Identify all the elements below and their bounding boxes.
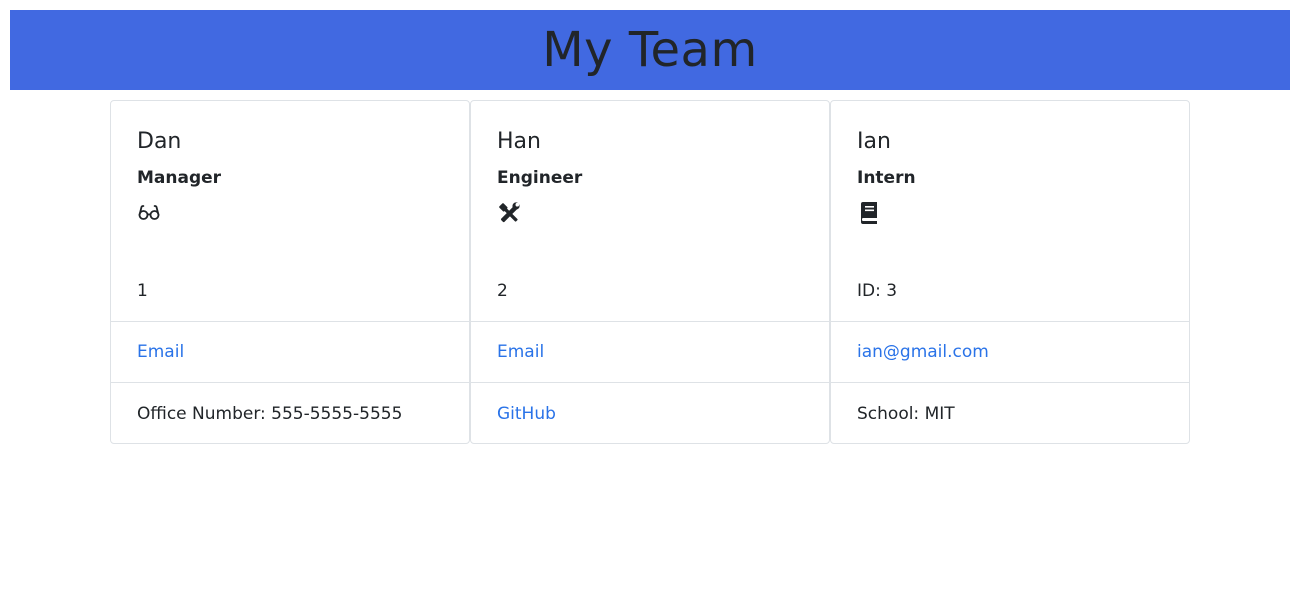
employee-id: 1 bbox=[137, 281, 148, 301]
email-link[interactable]: ian@gmail.com bbox=[857, 340, 989, 364]
page-header: My Team bbox=[10, 10, 1290, 90]
employee-name: Han bbox=[497, 129, 541, 154]
book-icon bbox=[857, 201, 881, 225]
school-text: School: MIT bbox=[857, 403, 955, 424]
employee-card-intern: Ian Intern ID: 3 ian@gmail.com School: M… bbox=[830, 100, 1190, 444]
list-item-email: Email bbox=[471, 322, 829, 383]
team-cards: Dan Manager 1 Email Office Number: 555-5… bbox=[110, 100, 1190, 444]
card-body: Han Engineer 2 bbox=[471, 101, 829, 322]
email-link[interactable]: Email bbox=[497, 340, 544, 364]
card-body: Dan Manager 1 bbox=[111, 101, 469, 322]
employee-id: 2 bbox=[497, 281, 508, 301]
employee-name: Dan bbox=[137, 129, 182, 154]
employee-name: Ian bbox=[857, 129, 891, 154]
page-title: My Team bbox=[542, 22, 758, 78]
employee-role: Engineer bbox=[497, 168, 583, 188]
employee-card-engineer: Han Engineer 2 Email GitHub bbox=[470, 100, 830, 444]
employee-id: ID: 3 bbox=[857, 281, 898, 301]
employee-role: Manager bbox=[137, 168, 222, 188]
list-item-school: School: MIT bbox=[831, 383, 1189, 444]
card-body: Ian Intern ID: 3 bbox=[831, 101, 1189, 322]
list-item-email: Email bbox=[111, 322, 469, 383]
list-item-office-number: Office Number: 555-5555-5555 bbox=[111, 383, 469, 444]
glasses-icon bbox=[137, 201, 161, 225]
office-number: Office Number: 555-5555-5555 bbox=[137, 403, 403, 424]
email-link[interactable]: Email bbox=[137, 340, 184, 364]
employee-role: Intern bbox=[857, 168, 916, 188]
tools-icon bbox=[497, 201, 521, 225]
list-item-email: ian@gmail.com bbox=[831, 322, 1189, 383]
list-item-github: GitHub bbox=[471, 383, 829, 444]
github-link[interactable]: GitHub bbox=[497, 402, 556, 426]
employee-card-manager: Dan Manager 1 Email Office Number: 555-5… bbox=[110, 100, 470, 444]
